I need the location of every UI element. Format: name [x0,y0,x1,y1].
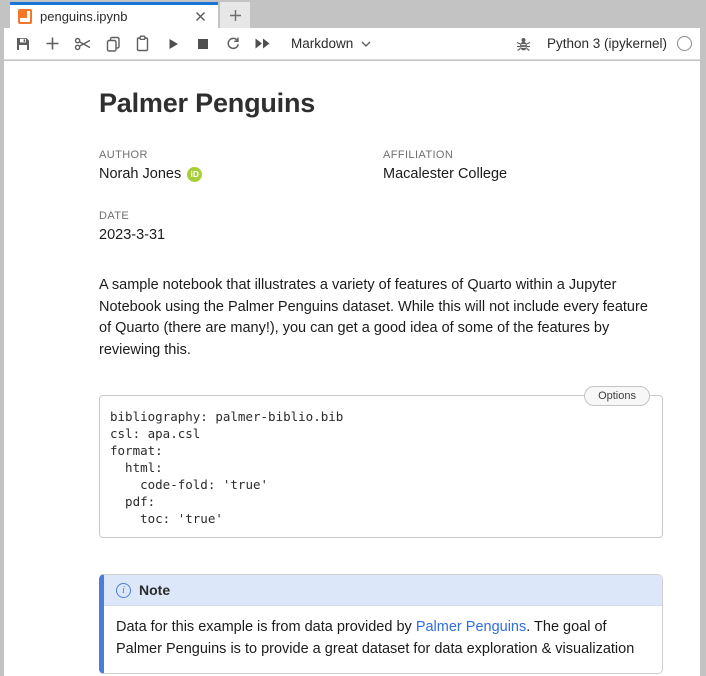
yaml-code[interactable]: bibliography: palmer-biblio.bib csl: apa… [100,396,662,537]
debugger-button[interactable] [514,33,533,55]
insert-cell-button[interactable] [43,33,62,55]
author-label: AUTHOR [99,149,383,161]
affiliation-value: Macalester College [383,164,663,184]
new-tab-icon [229,9,242,22]
new-tab-button[interactable] [220,2,250,28]
author-block: AUTHOR Norah Jones iD [99,149,383,184]
copy-icon [105,36,121,52]
note-callout-header: i Note [104,575,662,606]
orcid-icon[interactable]: iD [187,167,202,182]
tab-penguins-notebook[interactable]: penguins.ipynb [10,2,218,28]
note-body: Data for this example is from data provi… [104,606,662,673]
tab-title: penguins.ipynb [40,9,192,24]
close-icon[interactable] [192,9,208,25]
toolbar-right-group: Python 3 (ipykernel) [514,33,692,55]
run-cell-button[interactable] [163,33,182,55]
insert-cell-icon [45,36,60,51]
cell-type-dropdown[interactable]: Markdown [291,36,371,51]
save-button[interactable] [13,33,32,55]
run-icon [166,37,180,51]
restart-kernel-button[interactable] [223,33,242,55]
rendered-document: Palmer Penguins AUTHOR Norah Jones iD AF… [99,88,663,674]
kernel-name[interactable]: Python 3 (ipykernel) [547,36,667,51]
note-title: Note [139,582,170,598]
debugger-icon [516,36,531,52]
restart-run-all-icon [254,37,271,50]
affiliation-label: AFFILIATION [383,149,663,161]
cut-icon [74,36,92,52]
chevron-down-icon [361,41,371,47]
page-title: Palmer Penguins [99,88,663,119]
notebook-toolbar: Markdown Python 3 (ipykernel) [4,28,700,60]
notebook-content: Palmer Penguins AUTHOR Norah Jones iD AF… [4,61,700,676]
palmer-penguins-link[interactable]: Palmer Penguins [416,619,526,635]
copy-cells-button[interactable] [103,33,122,55]
jupyter-window: penguins.ipynb [0,0,706,676]
intro-paragraph: A sample notebook that illustrates a var… [99,275,663,361]
interrupt-kernel-icon [197,38,209,50]
author-name: Norah Jones [99,164,181,184]
cell-type-value: Markdown [291,36,353,51]
date-value: 2023-3-31 [99,225,383,245]
save-icon [15,36,31,52]
yaml-options-cell[interactable]: Options bibliography: palmer-biblio.bib … [99,395,663,538]
kernel-status-icon [677,36,692,51]
paste-icon [135,35,150,52]
restart-run-all-button[interactable] [253,33,272,55]
notebook-file-icon [18,9,32,24]
date-label: DATE [99,210,383,222]
paste-cells-button[interactable] [133,33,152,55]
document-metadata: AUTHOR Norah Jones iD AFFILIATION Macale… [99,149,663,245]
info-icon: i [116,583,131,598]
cut-cells-button[interactable] [73,33,92,55]
options-button[interactable]: Options [584,386,650,406]
note-callout: i Note Data for this example is from dat… [99,574,663,674]
tab-bar: penguins.ipynb [0,0,706,28]
note-text-before: Data for this example is from data provi… [116,619,416,635]
restart-kernel-icon [225,36,241,52]
date-block: DATE 2023-3-31 [99,210,383,245]
affiliation-block: AFFILIATION Macalester College [383,149,663,184]
interrupt-kernel-button[interactable] [193,33,212,55]
